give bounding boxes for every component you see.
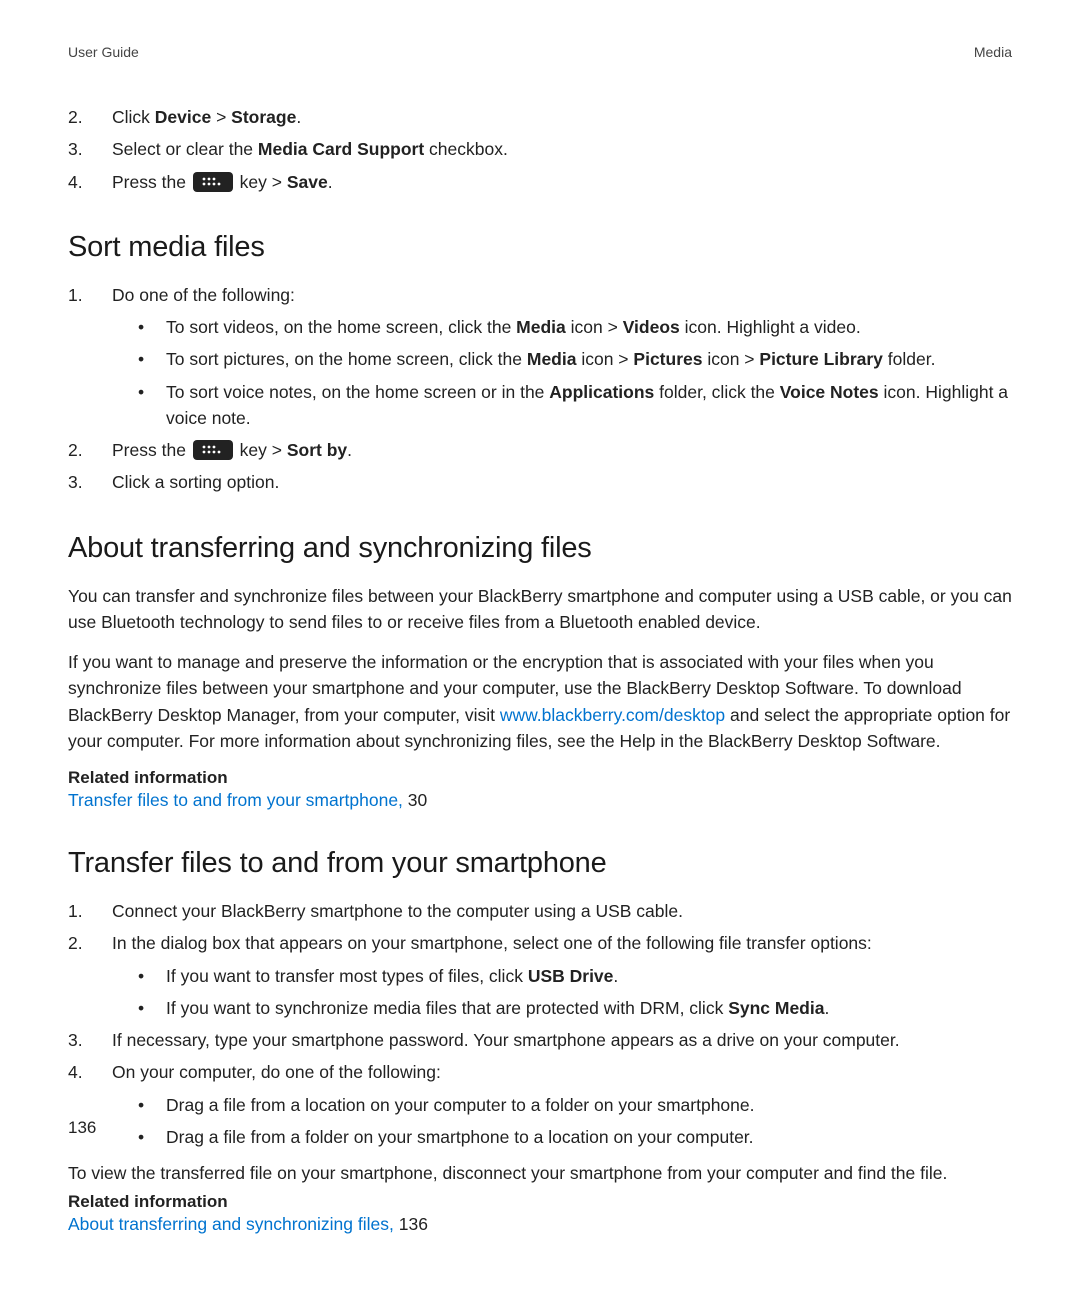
menu-key-icon [193, 440, 233, 460]
sort-steps: Do one of the following: To sort videos,… [68, 282, 1012, 496]
transfer-sub-1a: If you want to transfer most types of fi… [138, 963, 1012, 989]
transfer-sub-2: Drag a file from a location on your comp… [138, 1092, 1012, 1151]
document-page: User Guide Media Click Device > Storage.… [0, 0, 1080, 1296]
transfer-sub-2a: Drag a file from a location on your comp… [138, 1092, 1012, 1118]
transfer-after-p: To view the transferred file on your sma… [68, 1160, 1012, 1186]
desktop-link[interactable]: www.blackberry.com/desktop [500, 705, 725, 725]
sort-step-2: Press the key > Sort by. [68, 437, 1012, 463]
sort-sub-list: To sort videos, on the home screen, clic… [138, 314, 1012, 431]
related-info-heading-2: Related information [68, 1192, 1012, 1212]
transfer-step-2: In the dialog box that appears on your s… [68, 930, 1012, 1021]
about-p1: You can transfer and synchronize files b… [68, 583, 1012, 636]
menu-key-icon [193, 172, 233, 192]
related-link-2: About transferring and synchronizing fil… [68, 1214, 1012, 1235]
related-link-2a[interactable]: About transferring and synchronizing fil… [68, 1214, 399, 1234]
header-right: Media [974, 44, 1012, 60]
sort-sub-3: To sort voice notes, on the home screen … [138, 379, 1012, 432]
related-link-1: Transfer files to and from your smartpho… [68, 790, 1012, 811]
related-link-1a[interactable]: Transfer files to and from your smartpho… [68, 790, 408, 810]
sort-sub-1: To sort videos, on the home screen, clic… [138, 314, 1012, 340]
step-3: Select or clear the Media Card Support c… [68, 136, 1012, 162]
transfer-step-3: If necessary, type your smartphone passw… [68, 1027, 1012, 1053]
sort-sub-2: To sort pictures, on the home screen, cl… [138, 346, 1012, 372]
about-p2: If you want to manage and preserve the i… [68, 649, 1012, 754]
heading-transfer-files: Transfer files to and from your smartpho… [68, 847, 1012, 880]
page-header: User Guide Media [68, 44, 1012, 60]
step-2: Click Device > Storage. [68, 104, 1012, 130]
transfer-sub-1: If you want to transfer most types of fi… [138, 963, 1012, 1022]
sort-step-3: Click a sorting option. [68, 469, 1012, 495]
intro-steps: Click Device > Storage. Select or clear … [68, 104, 1012, 195]
sort-step-1: Do one of the following: To sort videos,… [68, 282, 1012, 431]
transfer-steps: Connect your BlackBerry smartphone to th… [68, 898, 1012, 1150]
transfer-sub-2b: Drag a file from a folder on your smartp… [138, 1124, 1012, 1150]
page-number: 136 [68, 1118, 96, 1138]
heading-about-transfer: About transferring and synchronizing fil… [68, 532, 1012, 565]
transfer-step-1: Connect your BlackBerry smartphone to th… [68, 898, 1012, 924]
heading-sort-media: Sort media files [68, 231, 1012, 264]
step-4: Press the key > Save. [68, 169, 1012, 195]
transfer-step-4: On your computer, do one of the followin… [68, 1059, 1012, 1150]
related-info-heading-1: Related information [68, 768, 1012, 788]
header-left: User Guide [68, 44, 139, 60]
transfer-sub-1b: If you want to synchronize media files t… [138, 995, 1012, 1021]
